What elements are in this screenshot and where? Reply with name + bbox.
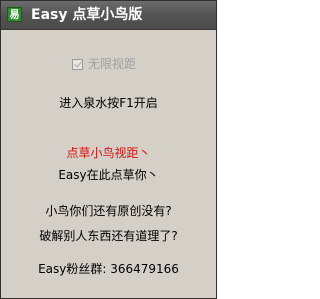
unlimited-view-checkbox-row[interactable]: 无限视距	[72, 56, 136, 72]
app-logo-icon: 易	[7, 7, 22, 22]
feature-title: 点草小鸟视距丶	[66, 146, 151, 160]
feature-subtitle: Easy在此点草你丶	[58, 168, 159, 182]
checkbox-icon[interactable]	[72, 58, 83, 70]
message-line-1: 小鸟你们还有原创没有?	[45, 204, 172, 218]
window-title: Easy 点草小鸟版	[31, 7, 143, 23]
title-bar[interactable]: 易 Easy 点草小鸟版	[1, 1, 216, 30]
app-window: 易 Easy 点草小鸟版 无限视距 进入泉水按F1开启 点草小鸟视距丶 Easy…	[0, 0, 217, 299]
unlimited-view-label: 无限视距	[88, 57, 137, 71]
fans-group-info: Easy粉丝群: 366479166	[38, 262, 179, 276]
message-line-2: 破解别人东西还有道理了?	[39, 229, 178, 243]
activation-hint: 进入泉水按F1开启	[59, 96, 158, 110]
